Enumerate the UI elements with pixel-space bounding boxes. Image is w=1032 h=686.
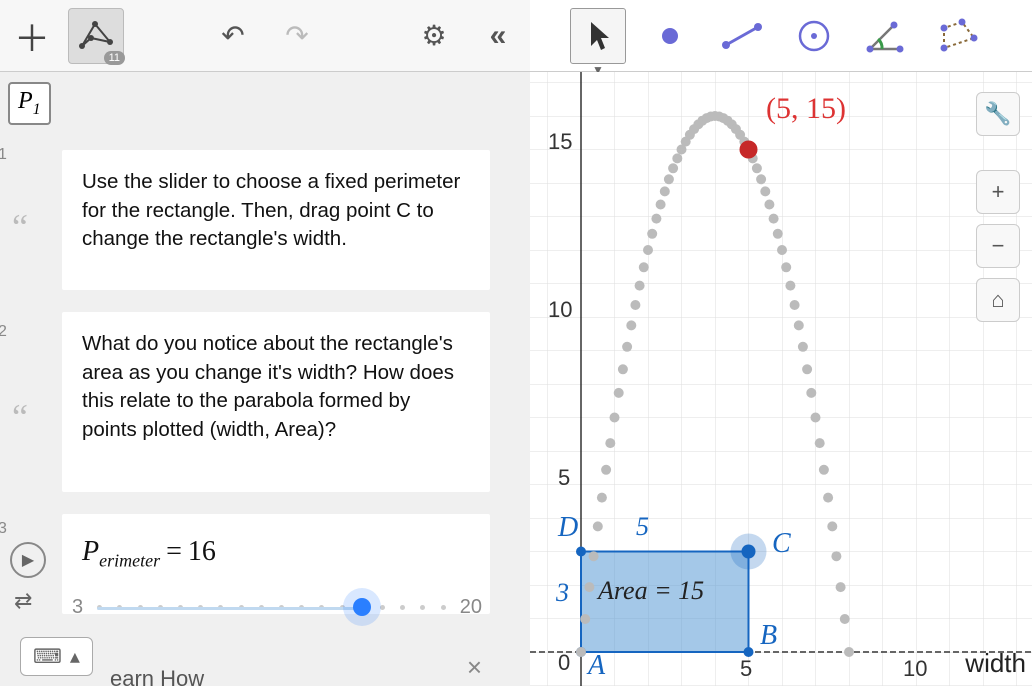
collapse-panel-button[interactable]: « xyxy=(470,8,526,64)
keyboard-icon: ⌨ xyxy=(33,644,62,669)
equals: = xyxy=(160,536,188,567)
redo-button[interactable]: ↷ xyxy=(269,8,325,64)
minus-icon: − xyxy=(992,233,1005,259)
label-B: B xyxy=(760,620,777,652)
plus-icon: + xyxy=(992,179,1005,205)
text-icon: “ xyxy=(12,206,28,248)
polygon-icon xyxy=(938,18,978,54)
label-D: D xyxy=(558,512,578,544)
text-icon-2: “ xyxy=(12,396,28,438)
point-tool-button[interactable] xyxy=(642,8,698,64)
rect-height-label: 3 xyxy=(556,578,569,608)
chevron-left-icon: « xyxy=(490,19,507,53)
chevron-up-icon: ▴ xyxy=(70,644,80,669)
plus-icon: ＋ xyxy=(14,10,50,62)
gear-icon: ⚙ xyxy=(421,19,446,52)
angle-tool-button[interactable] xyxy=(858,8,914,64)
text-content-1: Use the slider to choose a fixed perimet… xyxy=(62,150,490,272)
coord-label: (5, 15) xyxy=(766,92,846,126)
undo-icon: ↶ xyxy=(221,19,244,52)
slider-track[interactable] xyxy=(97,605,446,611)
y-tick-15: 15 xyxy=(548,129,572,155)
x-axis-title: width xyxy=(965,648,1026,679)
x-tick-10: 10 xyxy=(903,656,927,682)
play-icon: ▶ xyxy=(22,550,34,570)
rect-width-label: 5 xyxy=(636,512,649,542)
perim-var: P xyxy=(82,536,99,567)
slider-fill xyxy=(97,607,362,610)
perim-value: 16 xyxy=(188,536,216,567)
wrench-icon: 🔧 xyxy=(984,101,1011,127)
settings-button[interactable]: ⚙ xyxy=(406,8,462,64)
area-label: Area = 15 xyxy=(598,576,704,606)
text-content-2: What do you notice about the rectangle's… xyxy=(62,312,490,463)
learn-how-link[interactable]: earn How xyxy=(110,666,204,686)
var-sub: 1 xyxy=(33,101,41,118)
algebra-toolbar: ＋ 11 ↶ ↷ ⚙ « xyxy=(0,0,530,72)
style-button[interactable]: 🔧 xyxy=(976,92,1020,136)
tool-count-badge: 11 xyxy=(104,51,125,65)
slider-max: 20 xyxy=(460,596,482,619)
slider-min: 3 xyxy=(72,596,83,619)
perimeter-slider[interactable]: 3 20 xyxy=(72,596,482,619)
pointer-tool-button[interactable]: ▼ xyxy=(570,8,626,64)
animation-mode-icon[interactable]: ⇄ xyxy=(14,588,32,614)
highlight-point[interactable] xyxy=(740,141,758,159)
row-number-2: 2 xyxy=(0,323,7,341)
zoom-in-button[interactable]: + xyxy=(976,170,1020,214)
var-name: P xyxy=(18,88,33,114)
polygon-tool-button[interactable] xyxy=(930,8,986,64)
point-D[interactable] xyxy=(576,547,586,557)
segment-tool-button[interactable] xyxy=(714,8,770,64)
freehand-shape-icon xyxy=(77,20,115,52)
graphics-view[interactable]: (5, 15) 15 10 5 0 5 10 width D C B A 5 3… xyxy=(530,72,1032,686)
slider-thumbnail[interactable]: P1 xyxy=(8,82,51,125)
redo-icon: ↷ xyxy=(285,19,308,52)
text-row-1[interactable]: Use the slider to choose a fixed perimet… xyxy=(62,150,490,290)
view-controls: 🔧 + − ⌂ xyxy=(976,92,1020,322)
home-view-button[interactable]: ⌂ xyxy=(976,278,1020,322)
undo-button[interactable]: ↶ xyxy=(205,8,261,64)
y-tick-0: 0 xyxy=(558,650,570,676)
perimeter-equation: Perimeter=16 xyxy=(62,514,490,592)
home-icon: ⌂ xyxy=(991,287,1004,313)
x-tick-5: 5 xyxy=(740,656,752,682)
point-C[interactable] xyxy=(742,545,756,559)
angle-icon xyxy=(866,19,906,53)
add-item-button[interactable]: ＋ xyxy=(4,8,60,64)
y-tick-5: 5 xyxy=(558,465,570,491)
delete-row-4[interactable]: × xyxy=(467,652,482,683)
label-C: C xyxy=(772,528,791,560)
perim-sub: erimeter xyxy=(99,551,160,571)
text-row-2[interactable]: What do you notice about the rectangle's… xyxy=(62,312,490,492)
row-number-1: 1 xyxy=(0,146,7,164)
point-icon xyxy=(655,21,685,51)
slider-thumb[interactable] xyxy=(353,598,371,616)
circle-tool-button[interactable] xyxy=(786,8,842,64)
segment-icon xyxy=(722,21,762,51)
graphics-toolbar: ▼ xyxy=(530,0,1032,72)
play-animation-button[interactable]: ▶ xyxy=(10,542,46,578)
algebra-view: P1 1 “ × Use the slider to choose a fixe… xyxy=(0,72,530,686)
y-tick-10: 10 xyxy=(548,297,572,323)
keyboard-toggle-button[interactable]: ⌨ ▴ xyxy=(20,637,93,676)
pointer-icon xyxy=(585,20,611,52)
circle-icon xyxy=(796,18,832,54)
row-number-3: 3 xyxy=(0,520,7,538)
zoom-out-button[interactable]: − xyxy=(976,224,1020,268)
freehand-tool-button[interactable]: 11 xyxy=(68,8,124,64)
label-A: A xyxy=(588,650,605,682)
